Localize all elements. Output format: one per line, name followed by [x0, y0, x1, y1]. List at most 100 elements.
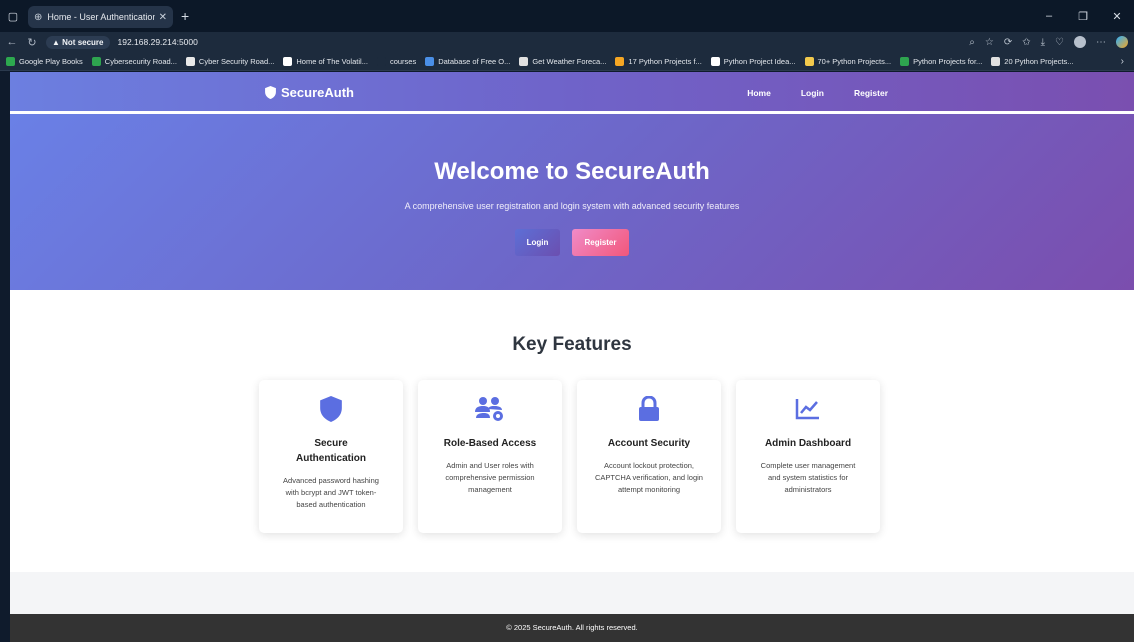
nav-home-link[interactable]: Home — [747, 88, 771, 98]
bookmark-label: courses — [389, 56, 417, 66]
bookmark-label: Python Projects for... — [913, 56, 983, 66]
bookmark-favicon-icon — [991, 56, 1001, 66]
feature-title: Admin Dashboard — [764, 438, 852, 449]
bookmark-item[interactable]: Python Project Idea... — [710, 56, 796, 66]
bookmark-favicon-icon — [804, 56, 814, 66]
globe-icon: ⊕ — [34, 11, 43, 23]
shield-icon — [320, 396, 342, 422]
security-badge[interactable]: ▲ Not secure — [46, 35, 110, 49]
bookmark-favicon-icon — [283, 56, 293, 66]
toolbar-actions: ⌕ ☆ ⟳ ✩ ⤓ ♡ ⋯ — [959, 32, 1128, 52]
bookmark-favicon-icon — [710, 56, 720, 66]
favorites-icon[interactable]: ✩ — [1022, 37, 1030, 48]
window-controls: – ❐ ✕ — [1032, 0, 1134, 32]
bookmark-label: Home of The Volatil... — [296, 56, 368, 66]
security-label: Not secure — [62, 37, 104, 47]
features-section: Key Features Secure Authentication Advan… — [10, 290, 1134, 572]
feature-card: Role-Based Access Admin and User roles w… — [418, 380, 562, 533]
nav-links: Home Login Register — [717, 88, 888, 98]
feature-title: Secure Authentication — [296, 438, 366, 464]
feature-description: Complete user management and system stat… — [760, 461, 856, 494]
hero-section: Welcome to SecureAuth A comprehensive us… — [10, 114, 1134, 290]
nav-register-link[interactable]: Register — [854, 88, 888, 98]
bookmark-label: Cybersecurity Road... — [104, 56, 177, 66]
restore-icon[interactable]: ❐ — [1066, 10, 1100, 23]
feature-card: Account Security Account lockout protect… — [577, 380, 721, 533]
bookmark-item[interactable]: 17 Python Projects f... — [615, 56, 702, 66]
browser-tab-bar: ▢ ⊕ Home - User Authentication Syst ✕ + … — [0, 0, 1134, 32]
bookmark-item[interactable]: Cyber Security Road... — [185, 56, 275, 66]
feature-card: Admin Dashboard Complete user management… — [736, 380, 880, 533]
feature-description: Admin and User roles with comprehensive … — [445, 461, 535, 494]
chart-line-icon — [795, 399, 819, 420]
zoom-icon[interactable]: ⌕ — [969, 37, 975, 48]
brand-logo[interactable]: SecureAuth — [265, 85, 354, 100]
bookmark-favicon-icon — [519, 56, 529, 66]
bookmark-label: Google Play Books — [19, 56, 83, 66]
hero-actions: Login Register — [10, 229, 1134, 256]
users-cog-icon — [475, 397, 503, 421]
bookmark-label: 20 Python Projects... — [1004, 56, 1074, 66]
site-footer: © 2025 SecureAuth. All rights reserved. — [10, 614, 1134, 642]
bookmark-label: Cyber Security Road... — [198, 56, 275, 66]
favorite-star-icon[interactable]: ☆ — [985, 37, 994, 48]
hero-subtitle: A comprehensive user registration and lo… — [404, 201, 740, 211]
bookmark-item[interactable]: Database of Free O... — [425, 56, 511, 66]
feature-cards: Secure Authentication Advanced password … — [10, 380, 1134, 533]
bookmarks-bar: Google Play Books Cybersecurity Road... Cy… — [0, 52, 1134, 71]
bookmark-label: 70+ Python Projects... — [817, 56, 892, 66]
feature-title: Account Security — [607, 438, 691, 449]
close-tab-icon[interactable]: ✕ — [159, 12, 167, 23]
bookmark-favicon-icon — [615, 56, 625, 66]
bookmark-label: 17 Python Projects f... — [628, 56, 702, 66]
bookmark-favicon-icon — [6, 56, 15, 66]
bookmark-item[interactable]: Cybersecurity Road... — [91, 56, 177, 66]
bookmark-favicon-icon — [376, 56, 386, 66]
lock-icon — [639, 396, 659, 421]
bookmark-label: Python Project Idea... — [723, 56, 796, 66]
address-bar: ← ↻ ▲ Not secure 192.168.29.214:5000 ⌕ ☆… — [0, 32, 1134, 52]
minimize-icon[interactable]: – — [1032, 10, 1066, 22]
profile-avatar[interactable] — [1074, 36, 1086, 48]
refresh-icon[interactable]: ↻ — [24, 36, 40, 49]
url-field[interactable]: ▲ Not secure 192.168.29.214:5000 — [46, 34, 946, 50]
brand-name: SecureAuth — [281, 85, 354, 100]
extensions-icon[interactable]: ⟳ — [1004, 37, 1012, 48]
close-window-icon[interactable]: ✕ — [1100, 10, 1134, 23]
bookmark-item[interactable]: 70+ Python Projects... — [804, 56, 892, 66]
bookmark-item[interactable]: Get Weather Foreca... — [519, 56, 607, 66]
back-icon[interactable]: ← — [4, 36, 20, 48]
more-icon[interactable]: ⋯ — [1096, 37, 1106, 48]
site-navbar: SecureAuth Home Login Register — [10, 72, 1134, 114]
bookmark-item[interactable]: 20 Python Projects... — [991, 56, 1074, 66]
feature-description: Advanced password hashing with bcrypt an… — [283, 476, 379, 509]
shield-icon — [265, 86, 276, 99]
bookmark-favicon-icon — [900, 56, 910, 66]
feature-title: Role-Based Access — [443, 438, 537, 449]
hero-login-button[interactable]: Login — [515, 229, 560, 256]
bookmark-item[interactable]: Google Play Books — [6, 56, 83, 66]
hero-register-button[interactable]: Register — [572, 229, 629, 256]
bookmark-favicon-icon — [91, 56, 101, 66]
tab-actions-icon[interactable]: ▢ — [0, 0, 26, 32]
bookmark-favicon-icon — [185, 56, 195, 66]
nav-login-link[interactable]: Login — [801, 88, 824, 98]
copilot-icon[interactable] — [1116, 36, 1128, 48]
bookmark-favicon-icon — [425, 56, 435, 66]
bookmark-label: Get Weather Foreca... — [532, 56, 607, 66]
browser-tab[interactable]: ⊕ Home - User Authentication Syst ✕ — [28, 6, 173, 28]
bookmark-item[interactable]: Home of The Volatil... — [283, 56, 368, 66]
tab-title: Home - User Authentication Syst — [47, 12, 155, 22]
hero-title: Welcome to SecureAuth — [434, 158, 710, 185]
bookmark-item[interactable]: courses — [376, 56, 417, 66]
feature-description: Account lockout protection, CAPTCHA veri… — [595, 461, 703, 494]
heart-icon[interactable]: ♡ — [1055, 37, 1064, 48]
bookmark-item[interactable]: Python Projects for... — [900, 56, 983, 66]
url-text: 192.168.29.214:5000 — [117, 37, 198, 47]
chevron-right-icon[interactable]: › — [1121, 56, 1124, 67]
downloads-icon[interactable]: ⤓ — [1041, 37, 1045, 48]
features-heading: Key Features — [512, 334, 632, 355]
new-tab-button[interactable]: + — [181, 8, 189, 24]
bookmark-label: Database of Free O... — [438, 56, 511, 66]
footer-text: © 2025 SecureAuth. All rights reserved. — [506, 623, 638, 632]
